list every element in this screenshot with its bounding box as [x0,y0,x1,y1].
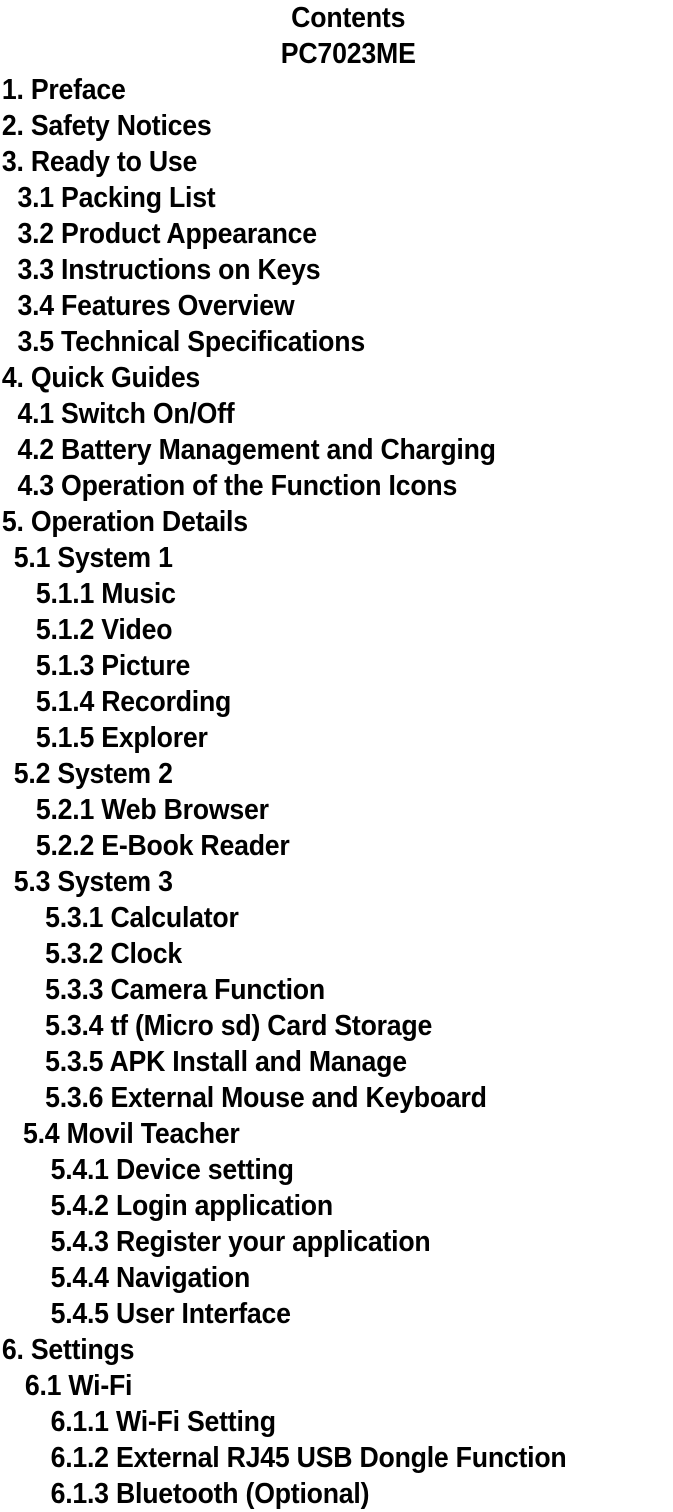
toc-entry[interactable]: 5.1.3 Picture [0,648,619,684]
toc-entry[interactable]: 5.3.1 Calculator [0,900,619,936]
toc-entry[interactable]: 5.3.4 tf (Micro sd) Card Storage [0,1008,619,1044]
toc-entry[interactable]: 5.1.2 Video [0,612,619,648]
toc-entry[interactable]: 5.1.4 Recording [0,684,619,720]
toc-entry[interactable]: 3.4 Features Overview [0,288,619,324]
toc-entry[interactable]: 5.1 System 1 [0,540,619,576]
toc-entry[interactable]: 6.1 Wi-Fi [0,1368,619,1404]
toc-entry[interactable]: 5.4.3 Register your application [0,1224,619,1260]
document-model-title: PC7023ME [280,38,416,70]
toc-entry[interactable]: 3.3 Instructions on Keys [0,252,619,288]
toc-entry[interactable]: 5.4 Movil Teacher [0,1116,619,1152]
toc-entry[interactable]: 5.3.3 Camera Function [0,972,619,1008]
document-page: Contents PC7023ME 1. Preface 2. Safety No… [0,0,673,1510]
toc-entry[interactable]: 5.4.1 Device setting [0,1152,619,1188]
toc-entry[interactable]: 5.3.2 Clock [0,936,619,972]
toc-entry[interactable]: 3.5 Technical Specifications [0,324,619,360]
toc-entry[interactable]: 4.2 Battery Management and Charging [0,432,619,468]
toc-entry[interactable]: 5.2 System 2 [0,756,619,792]
page-title: Contents [291,2,406,34]
toc-entry[interactable]: 4.3 Operation of the Function Icons [0,468,619,504]
toc-entry[interactable]: 5.4.4 Navigation [0,1260,619,1296]
toc-entry[interactable]: 5.4.5 User Interface [0,1296,619,1332]
toc-entry[interactable]: 5.1.5 Explorer [0,720,619,756]
toc-entry[interactable]: 5.3 System 3 [0,864,619,900]
toc-entry[interactable]: 5.1.1 Music [0,576,619,612]
toc-entry[interactable]: 3.1 Packing List [0,180,619,216]
toc-entry[interactable]: 5.3.6 External Mouse and Keyboard [0,1080,619,1116]
toc-entry[interactable]: 2. Safety Notices [0,108,619,144]
toc-entry[interactable]: 3. Ready to Use [0,144,619,180]
toc-entry[interactable]: 6.1.2 External RJ45 USB Dongle Function [0,1440,619,1476]
toc-entry[interactable]: 4. Quick Guides [0,360,619,396]
toc-entry[interactable]: 5.2.1 Web Browser [0,792,619,828]
toc-entry[interactable]: 5.2.2 E-Book Reader [0,828,619,864]
toc-entry[interactable]: 1. Preface [0,72,619,108]
toc-entry[interactable]: 5.4.2 Login application [0,1188,619,1224]
toc-entry[interactable]: 6. Settings [0,1332,619,1368]
toc-entry[interactable]: 4.1 Switch On/Off [0,396,619,432]
table-of-contents: 1. Preface 2. Safety Notices 3. Ready to U… [0,72,673,1512]
toc-entry[interactable]: 6.1.3 Bluetooth (Optional) [0,1476,619,1512]
toc-entry[interactable]: 5. Operation Details [0,504,619,540]
toc-entry[interactable]: 6.1.1 Wi-Fi Setting [0,1404,619,1440]
toc-entry[interactable]: 5.3.5 APK Install and Manage [0,1044,619,1080]
toc-entry[interactable]: 3.2 Product Appearance [0,216,619,252]
